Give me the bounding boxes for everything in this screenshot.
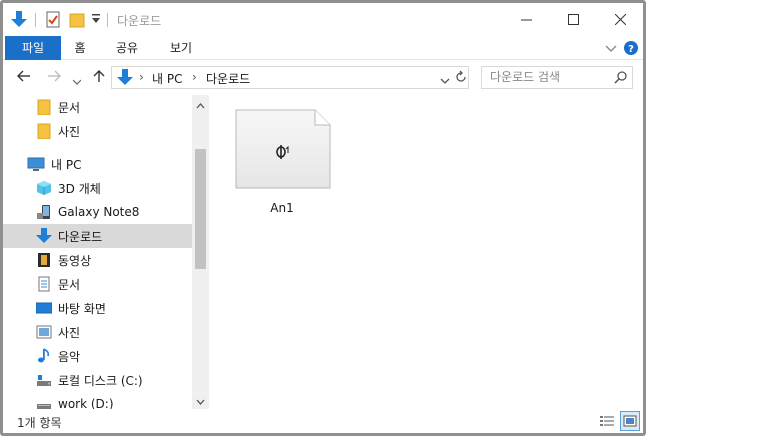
nav-item-work-d[interactable]: work (D:) bbox=[3, 392, 192, 409]
generic-file-icon bbox=[235, 109, 331, 192]
scroll-thumb[interactable] bbox=[195, 149, 206, 269]
quick-access-separator bbox=[35, 13, 36, 27]
download-location-icon bbox=[117, 69, 133, 89]
navigation-bar: › 내 PC › 다운로드 bbox=[3, 61, 643, 95]
nav-item-label: 로컬 디스크 (C:) bbox=[58, 373, 143, 388]
explorer-window: 다운로드 파일 홈 공유 보기 ? › 내 PC › 다운로드 다운로드 검색 … bbox=[0, 0, 646, 436]
nav-item-downloads[interactable]: 다운로드 bbox=[3, 224, 192, 248]
nav-item-music[interactable]: 음악 bbox=[3, 344, 192, 368]
item-count: 1개 항목 bbox=[17, 416, 62, 430]
up-arrow-icon[interactable] bbox=[92, 69, 106, 87]
window-title: 다운로드 bbox=[117, 14, 162, 28]
nav-item-label: 문서 bbox=[58, 277, 81, 292]
tab-file[interactable]: 파일 bbox=[5, 36, 61, 60]
maximize-button[interactable] bbox=[550, 3, 596, 36]
nav-item-label: 내 PC bbox=[51, 157, 82, 172]
nav-item-label: 사진 bbox=[58, 124, 81, 139]
nav-item-label: 사진 bbox=[58, 325, 81, 340]
recent-locations-icon[interactable] bbox=[72, 73, 82, 89]
ribbon-tabs: 파일 홈 공유 보기 ? bbox=[3, 36, 643, 60]
nav-item-galaxy-note8[interactable]: Galaxy Note8 bbox=[3, 200, 192, 224]
maximize-icon bbox=[567, 14, 579, 25]
breadcrumb-current[interactable]: 다운로드 bbox=[206, 70, 250, 87]
breadcrumb-chevron-icon[interactable]: › bbox=[139, 70, 144, 84]
nav-item-label: work (D:) bbox=[58, 397, 114, 409]
desktop-icon bbox=[35, 300, 53, 316]
details-view-button[interactable] bbox=[597, 411, 617, 431]
file-name: An1 bbox=[270, 201, 294, 215]
expand-ribbon-icon[interactable] bbox=[605, 43, 617, 57]
scroll-up-icon[interactable] bbox=[192, 97, 209, 114]
search-box[interactable] bbox=[481, 66, 633, 89]
nav-item-label: Galaxy Note8 bbox=[58, 205, 140, 219]
nav-item-this-pc[interactable]: 내 PC bbox=[3, 152, 192, 176]
customize-quick-access-icon[interactable] bbox=[91, 13, 101, 28]
nav-item-label: 음악 bbox=[58, 349, 81, 364]
nav-item-local-disk-c[interactable]: 로컬 디스크 (C:) bbox=[3, 368, 192, 392]
back-arrow-icon[interactable] bbox=[17, 69, 31, 87]
close-button[interactable] bbox=[597, 3, 643, 36]
document-icon bbox=[36, 276, 52, 292]
quick-access-separator bbox=[107, 13, 108, 27]
nav-item-pictures[interactable]: 사진 bbox=[3, 119, 192, 143]
nav-item-documents[interactable]: 문서 bbox=[3, 95, 192, 119]
nav-scrollbar[interactable] bbox=[192, 95, 209, 409]
pictures-icon bbox=[36, 324, 52, 340]
nav-item-label: 바탕 화면 bbox=[58, 301, 106, 316]
search-input[interactable] bbox=[490, 67, 610, 87]
nav-item-desktop[interactable]: 바탕 화면 bbox=[3, 296, 192, 320]
svg-text:?: ? bbox=[628, 44, 634, 55]
scroll-down-icon[interactable] bbox=[192, 393, 209, 409]
drive-icon bbox=[36, 396, 52, 409]
details-view-icon bbox=[600, 416, 614, 426]
nav-item-pictures-pc[interactable]: 사진 bbox=[3, 320, 192, 344]
tab-home[interactable]: 홈 bbox=[65, 36, 95, 60]
forward-arrow-icon[interactable] bbox=[47, 69, 61, 87]
address-bar[interactable]: › 내 PC › 다운로드 bbox=[111, 66, 469, 89]
download-arrow-icon bbox=[11, 11, 27, 31]
navigation-pane: 문서 사진 내 PC 3D 개체 Galaxy Note8 다운로드 동영상 문… bbox=[3, 95, 209, 409]
computer-icon bbox=[27, 156, 45, 172]
title-bar: 다운로드 bbox=[3, 3, 643, 36]
nav-item-videos[interactable]: 동영상 bbox=[3, 248, 192, 272]
folder-icon bbox=[36, 123, 52, 140]
minimize-icon bbox=[520, 19, 532, 21]
nav-item-3d-objects[interactable]: 3D 개체 bbox=[3, 176, 192, 200]
tab-view[interactable]: 보기 bbox=[161, 36, 201, 60]
nav-item-label: 다운로드 bbox=[58, 229, 103, 244]
music-icon bbox=[36, 348, 52, 364]
address-dropdown-icon[interactable] bbox=[440, 74, 450, 88]
search-icon[interactable] bbox=[614, 71, 627, 87]
status-bar: 1개 항목 bbox=[3, 409, 643, 433]
file-item[interactable]: An1 bbox=[227, 107, 337, 219]
3d-objects-icon bbox=[36, 180, 52, 196]
nav-item-label: 문서 bbox=[58, 100, 81, 115]
nav-item-documents-pc[interactable]: 문서 bbox=[3, 272, 192, 296]
breadcrumb-chevron-icon[interactable]: › bbox=[192, 70, 197, 84]
close-icon bbox=[614, 14, 626, 25]
nav-item-label: 동영상 bbox=[58, 253, 92, 268]
folder-icon bbox=[36, 99, 52, 116]
refresh-icon[interactable] bbox=[454, 70, 468, 87]
breadcrumb-root[interactable]: 내 PC bbox=[152, 70, 182, 87]
large-icons-view-icon bbox=[623, 415, 637, 427]
properties-icon[interactable] bbox=[45, 11, 61, 31]
help-icon[interactable]: ? bbox=[624, 41, 638, 58]
phone-icon bbox=[36, 204, 52, 220]
minimize-button[interactable] bbox=[503, 3, 549, 36]
file-list[interactable]: An1 bbox=[209, 95, 643, 409]
download-icon bbox=[36, 228, 52, 244]
drive-icon bbox=[36, 372, 52, 388]
new-folder-icon[interactable] bbox=[69, 11, 85, 31]
nav-item-label: 3D 개체 bbox=[58, 181, 101, 196]
large-icons-view-button[interactable] bbox=[620, 411, 640, 431]
tab-share[interactable]: 공유 bbox=[107, 36, 147, 60]
video-icon bbox=[36, 252, 52, 268]
